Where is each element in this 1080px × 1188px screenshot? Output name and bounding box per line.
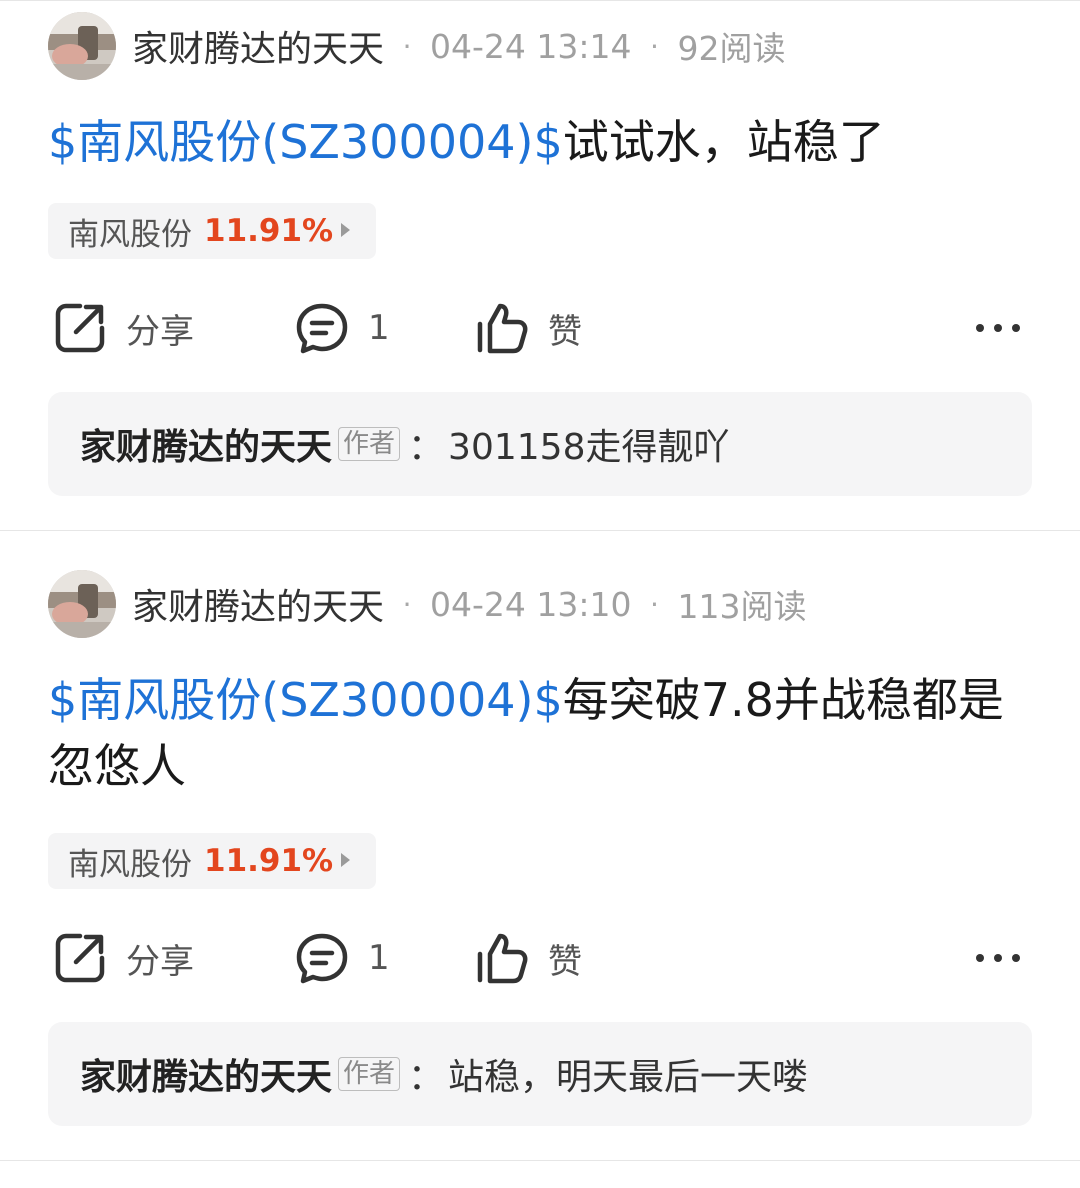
stock-tag-link[interactable]: $南风股份(SZ300004)$ (48, 673, 563, 727)
comment-author[interactable]: 家财腾达的天天 (80, 418, 332, 470)
avatar-image (48, 570, 116, 638)
comment-preview[interactable]: 家财腾达的天天 作者 ： 站稳，明天最后一天喽 (48, 1022, 1032, 1126)
stock-chip[interactable]: 南风股份 11.91% (48, 833, 376, 889)
post-date: 04-24 13:10 (430, 584, 632, 624)
like-label: 赞 (548, 311, 582, 352)
comment-count: 1 (368, 308, 390, 348)
author-name[interactable]: 家财腾达的天天 (132, 20, 384, 72)
comment-author[interactable]: 家财腾达的天天 (80, 1048, 332, 1100)
chip-stock-name: 南风股份 (68, 846, 192, 883)
thumbs-up-icon (477, 933, 528, 984)
author-name[interactable]: 家财腾达的天天 (132, 578, 384, 630)
avatar-image (48, 12, 116, 80)
meta-separator: · (402, 587, 412, 621)
chevron-right-icon (341, 853, 350, 867)
read-count: 92阅读 (677, 29, 786, 68)
chip-stock-name: 南风股份 (68, 216, 192, 253)
post-divider (0, 1160, 1080, 1161)
comment-button[interactable]: 1 (294, 926, 390, 990)
top-divider (0, 0, 1080, 1)
comment-icon (296, 933, 348, 984)
comment-count: 1 (368, 938, 390, 978)
post-header: 家财腾达的天天 · 04-24 13:14 · 92阅读 (48, 12, 786, 80)
comment-text: 站稳，明天最后一天喽 (448, 1057, 809, 1098)
share-icon (55, 933, 105, 983)
avatar[interactable] (48, 12, 116, 80)
read-count: 113阅读 (677, 587, 807, 626)
author-badge: 作者 (338, 427, 401, 461)
meta-separator: · (650, 587, 659, 621)
more-button[interactable] (974, 296, 1022, 360)
share-button[interactable]: 分享 (52, 296, 194, 360)
post-header: 家财腾达的天天 · 04-24 13:10 · 113阅读 (48, 570, 807, 638)
share-label: 分享 (126, 941, 194, 982)
avatar[interactable] (48, 570, 116, 638)
post-body[interactable]: $南风股份(SZ300004)$试试水，站稳了 (48, 109, 1008, 175)
like-button[interactable]: 赞 (474, 926, 582, 990)
share-icon (55, 303, 105, 353)
comment-preview[interactable]: 家财腾达的天天 作者 ： 301158走得靓吖 (48, 392, 1032, 496)
stock-tag-link[interactable]: $南风股份(SZ300004)$ (48, 115, 563, 169)
action-bar: 分享 1 赞 (48, 296, 1032, 360)
thumbs-up-icon (477, 303, 528, 354)
share-button[interactable]: 分享 (52, 926, 194, 990)
like-label: 赞 (548, 941, 582, 982)
meta-separator: · (650, 29, 659, 63)
share-label: 分享 (126, 311, 194, 352)
comment-button[interactable]: 1 (294, 296, 390, 360)
post-body[interactable]: $南风股份(SZ300004)$每突破7.8并战稳都是忽悠人 (48, 667, 1008, 799)
post-text: 试试水，站稳了 (562, 115, 885, 169)
comment-colon: ： (408, 1057, 445, 1098)
author-badge: 作者 (338, 1057, 401, 1091)
more-icon (976, 954, 1020, 962)
post-date: 04-24 13:14 (430, 26, 632, 66)
comment-icon (296, 303, 348, 354)
chip-change: 11.91% (204, 843, 334, 879)
chevron-right-icon (341, 223, 350, 237)
action-bar: 分享 1 赞 (48, 926, 1032, 990)
like-button[interactable]: 赞 (474, 296, 582, 360)
chip-change: 11.91% (204, 213, 334, 249)
more-button[interactable] (974, 926, 1022, 990)
post-divider (0, 530, 1080, 531)
comment-colon: ： (408, 427, 445, 468)
more-icon (976, 324, 1020, 332)
stock-chip[interactable]: 南风股份 11.91% (48, 203, 376, 259)
meta-separator: · (402, 29, 412, 63)
comment-text: 301158走得靓吖 (448, 427, 730, 468)
